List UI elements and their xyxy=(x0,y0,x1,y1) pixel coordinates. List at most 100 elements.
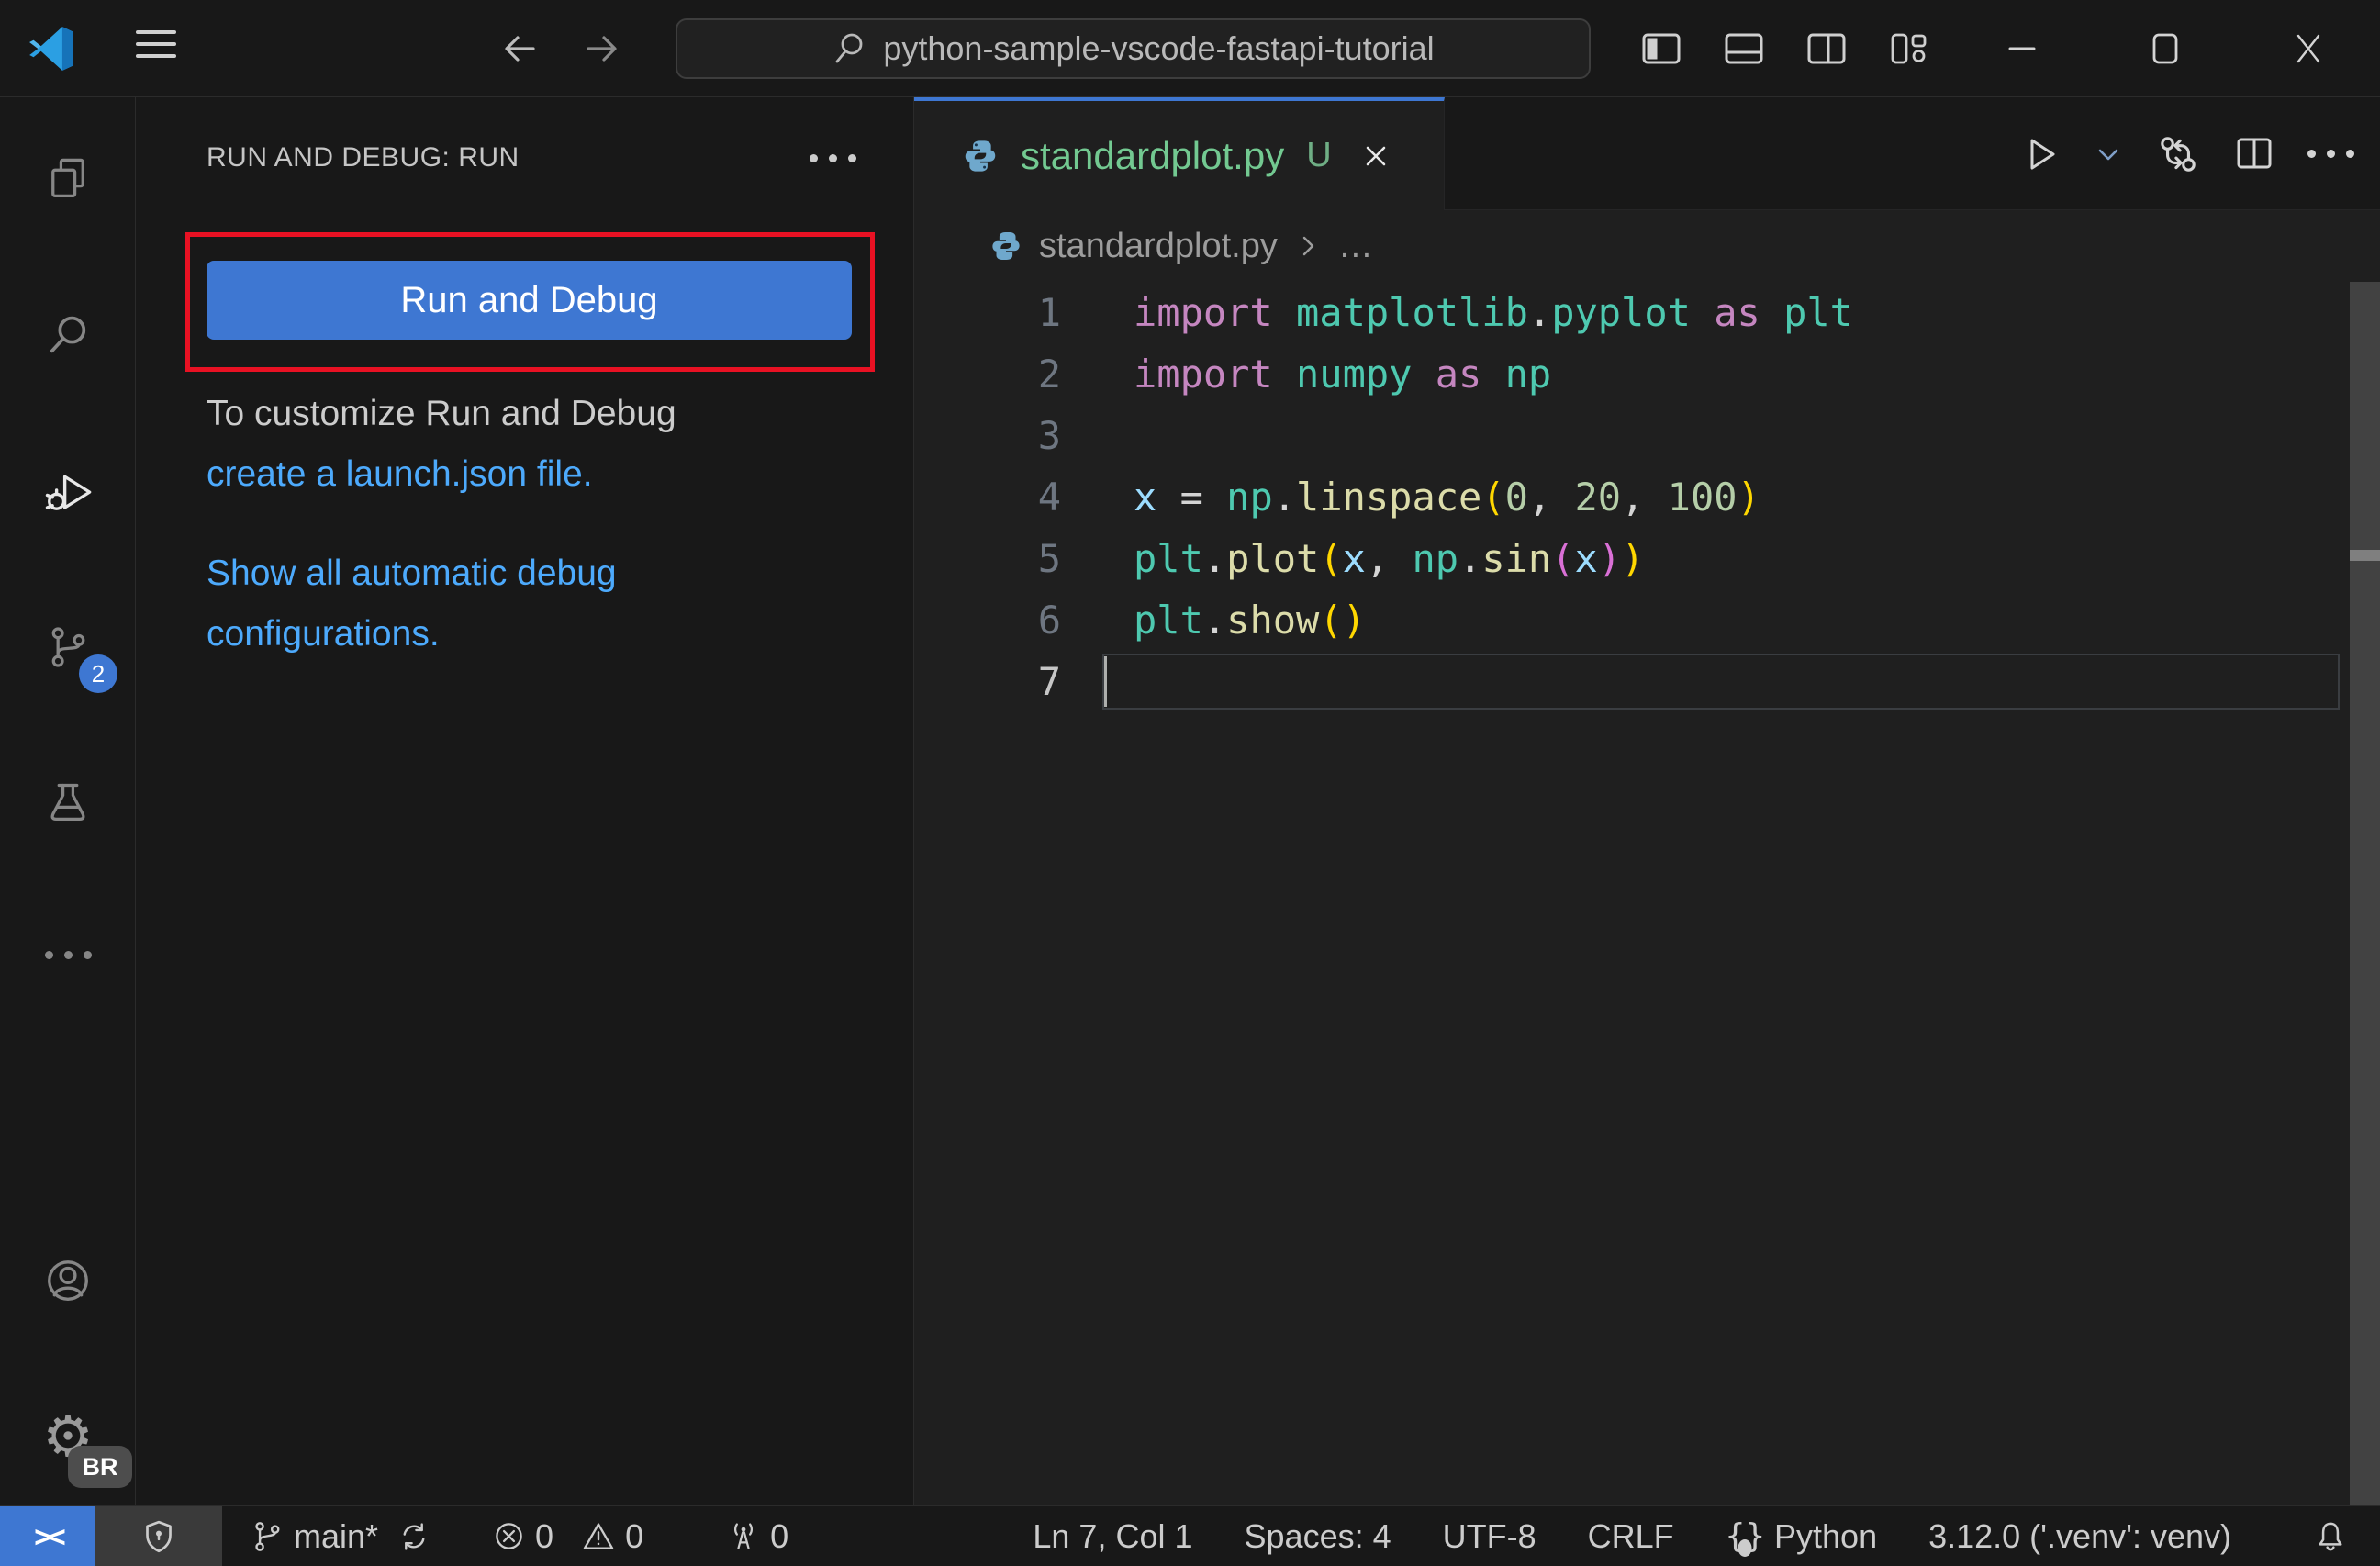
run-dropdown-chevron-icon[interactable] xyxy=(2093,139,2124,170)
line-number[interactable]: 6 xyxy=(914,598,1061,643)
code-line-1[interactable]: 1 import matplotlib.pyplot as plt xyxy=(914,282,2380,343)
eol-item[interactable]: CRLF xyxy=(1588,1517,1674,1556)
sidebar-item-source-control[interactable]: 2 xyxy=(0,603,136,693)
run-debug-sidebar: RUN AND DEBUG: RUN Run and Debug To cust… xyxy=(136,97,914,1505)
accounts-button[interactable] xyxy=(0,1236,136,1325)
files-icon xyxy=(44,155,92,203)
breadcrumb-file[interactable]: standardplot.py xyxy=(1039,227,1278,266)
ports-count: 0 xyxy=(770,1516,789,1555)
code-line-5[interactable]: 5 plt.plot(x, np.sin(x)) xyxy=(914,528,2380,589)
cursor-position-item[interactable]: Ln 7, Col 1 xyxy=(1033,1517,1192,1556)
ellipsis-icon xyxy=(2307,150,2354,158)
search-value: python-sample-vscode-fastapi-tutorial xyxy=(883,29,1435,67)
code-area[interactable]: 1 import matplotlib.pyplot as plt 2 import … xyxy=(914,282,2380,1505)
scrollbar-slider[interactable] xyxy=(2350,282,2380,1505)
back-arrow-button[interactable] xyxy=(491,20,548,77)
python-file-icon xyxy=(962,138,999,174)
status-bar: >< main* 0 0 0 Ln 7, Col 1 Spaces: 4 UTF… xyxy=(0,1505,2380,1566)
show-configs-link-line2[interactable]: configurations. xyxy=(207,604,867,665)
encoding-label: UTF-8 xyxy=(1442,1516,1536,1555)
branch-name: main* xyxy=(294,1516,379,1555)
workspace-trust-button[interactable] xyxy=(95,1506,222,1566)
warning-icon xyxy=(581,1519,616,1554)
line-number[interactable]: 3 xyxy=(914,413,1061,458)
git-branch-icon xyxy=(250,1519,285,1554)
debug-icon xyxy=(43,466,93,516)
vscode-logo-icon xyxy=(28,25,75,73)
settings-button[interactable]: ⚙ BR xyxy=(0,1393,136,1488)
sidebar-item-run-debug[interactable] xyxy=(0,447,136,535)
customize-layout-icon[interactable] xyxy=(1868,0,1950,97)
tab-git-status: U xyxy=(1306,136,1332,174)
encoding-item[interactable]: UTF-8 xyxy=(1443,1517,1536,1556)
show-configurations: Show all automatic debug configurations. xyxy=(207,543,867,665)
views-more-actions-button[interactable] xyxy=(810,130,856,185)
code-text: import numpy as np xyxy=(1134,352,1552,397)
problems-item[interactable]: 0 0 xyxy=(492,1517,643,1556)
breadcrumb-more[interactable]: … xyxy=(1338,227,1373,266)
code-lines: 1 import matplotlib.pyplot as plt 2 import … xyxy=(914,282,2380,712)
search-icon xyxy=(44,311,92,359)
python-interpreter-item[interactable]: 3.12.0 ('.venv': venv) xyxy=(1928,1517,2231,1556)
language-mode-item[interactable]: {} Python xyxy=(1725,1517,1877,1557)
code-line-6[interactable]: 6 plt.show() xyxy=(914,589,2380,651)
menu-hamburger-icon[interactable] xyxy=(136,30,176,58)
close-window-button[interactable] xyxy=(2237,0,2380,97)
tab-standardplot[interactable]: standardplot.py U xyxy=(914,97,1445,210)
editor-more-actions-icon[interactable] xyxy=(2307,150,2354,158)
bell-icon xyxy=(2312,1518,2349,1555)
editor-group: standardplot.py U standardplot.py … 1 im… xyxy=(914,97,2380,1505)
line-number[interactable]: 1 xyxy=(914,290,1061,335)
run-python-file-button[interactable] xyxy=(2019,133,2062,175)
minimize-button[interactable] xyxy=(1950,0,2094,97)
sidebar-item-testing[interactable] xyxy=(0,759,136,847)
hint-text: To customize Run and Debug xyxy=(207,394,676,433)
scrollbar-decoration xyxy=(2350,550,2380,561)
interpreter-label: 3.12.0 ('.venv': venv) xyxy=(1928,1516,2231,1555)
error-count: 0 xyxy=(535,1516,554,1555)
show-configs-link-line1[interactable]: Show all automatic debug xyxy=(207,543,867,604)
toggle-panel-icon[interactable] xyxy=(1703,0,1785,97)
launch-json-link[interactable]: create a launch.json file. xyxy=(207,444,867,505)
sidebar-item-explorer[interactable] xyxy=(0,135,136,223)
code-line-4[interactable]: 4 x = np.linspace(0, 20, 100) xyxy=(914,466,2380,528)
code-text: plt.plot(x, np.sin(x)) xyxy=(1134,536,1645,581)
vscode-window: python-sample-vscode-fastapi-tutorial 2 … xyxy=(0,0,2380,1566)
indentation-item[interactable]: Spaces: 4 xyxy=(1245,1517,1391,1556)
line-number[interactable]: 5 xyxy=(914,536,1061,581)
eol-label: CRLF xyxy=(1587,1516,1674,1555)
tab-bar: standardplot.py U xyxy=(914,97,2380,210)
line-number[interactable]: 4 xyxy=(914,475,1061,520)
sidebar-item-search[interactable] xyxy=(0,291,136,379)
additional-views-button[interactable] xyxy=(0,911,136,999)
sync-icon xyxy=(397,1519,431,1554)
braces-icon: {} xyxy=(1725,1517,1766,1557)
code-line-2[interactable]: 2 import numpy as np xyxy=(914,343,2380,405)
text-cursor xyxy=(1104,656,1107,707)
tab-label: standardplot.py xyxy=(1021,133,1285,177)
remote-indicator[interactable]: >< xyxy=(0,1506,95,1566)
forward-arrow-button[interactable] xyxy=(574,20,631,77)
run-and-debug-button[interactable]: Run and Debug xyxy=(207,261,852,340)
command-center-search[interactable]: python-sample-vscode-fastapi-tutorial xyxy=(676,18,1591,79)
radio-tower-icon xyxy=(726,1519,761,1554)
remote-icon: >< xyxy=(34,1518,66,1554)
tab-close-icon[interactable] xyxy=(1359,140,1392,173)
code-line-7[interactable]: 7 xyxy=(914,651,2380,712)
line-number[interactable]: 2 xyxy=(914,352,1061,397)
line-number[interactable]: 7 xyxy=(914,659,1061,704)
split-editor-icon[interactable] xyxy=(2232,132,2276,176)
toggle-primary-sidebar-icon[interactable] xyxy=(1620,0,1703,97)
maximize-button[interactable] xyxy=(2094,0,2237,97)
code-line-3[interactable]: 3 xyxy=(914,405,2380,466)
editor-scrollbar xyxy=(2350,282,2380,1505)
account-icon xyxy=(43,1256,93,1305)
open-changes-icon[interactable] xyxy=(2155,131,2201,177)
toggle-secondary-sidebar-icon[interactable] xyxy=(1785,0,1868,97)
search-icon xyxy=(832,30,868,67)
ports-item[interactable]: 0 xyxy=(726,1517,788,1556)
ellipsis-icon xyxy=(810,153,856,162)
notifications-bell-button[interactable] xyxy=(2312,1518,2349,1555)
error-icon xyxy=(492,1519,526,1553)
git-branch-item[interactable]: main* xyxy=(250,1517,431,1556)
